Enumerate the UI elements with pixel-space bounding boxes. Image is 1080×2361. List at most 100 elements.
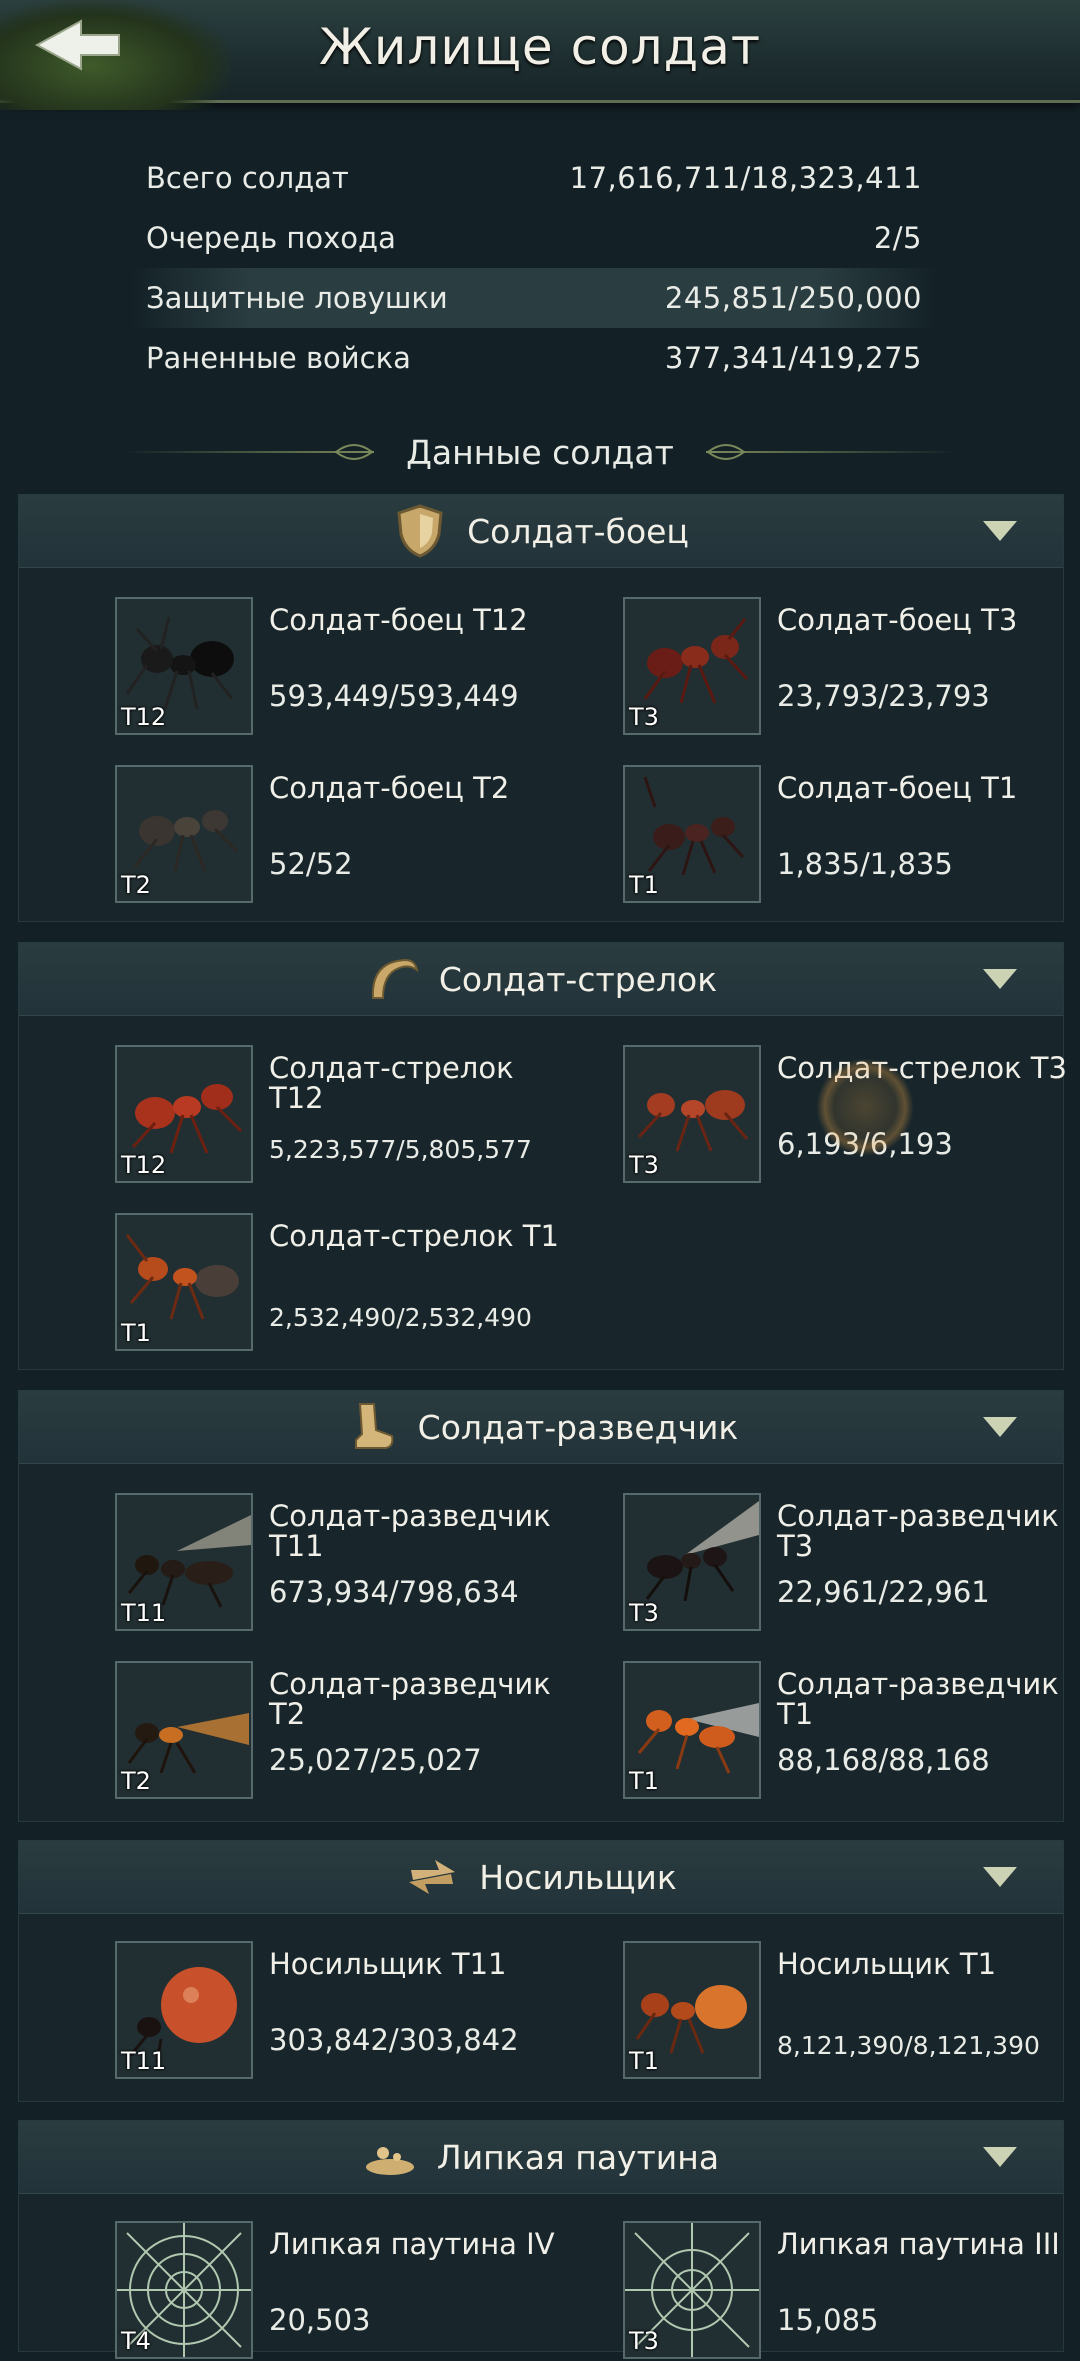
ant-thumbnail: T1 xyxy=(623,1661,761,1799)
web-trap-icon xyxy=(363,2130,417,2184)
unit-name: Липкая паутина III xyxy=(777,2227,1060,2261)
tier-badge: T11 xyxy=(121,2047,167,2075)
unit-name: Липкая паутина IV xyxy=(269,2227,555,2261)
unit-count: 15,085 xyxy=(777,2303,879,2337)
tier-badge: T12 xyxy=(121,703,167,731)
unit-name: Солдат-разведчик T11 xyxy=(269,1499,551,1563)
stat-value: 17,616,711/18,323,411 xyxy=(569,161,922,195)
ant-thumbnail: T1 xyxy=(623,1941,761,2079)
shield-icon xyxy=(393,504,447,558)
unit-card[interactable]: T3 Солдат-разведчик T3 22,961/22,961 xyxy=(527,1493,1059,1633)
transfer-arrows-icon xyxy=(405,1850,459,1904)
unit-name: Солдат-разведчик T2 xyxy=(269,1667,551,1731)
stat-march-queue: Очередь похода 2/5 xyxy=(130,208,938,268)
ant-thumbnail: T1 xyxy=(623,765,761,903)
unit-name: Солдат-боец T12 xyxy=(269,603,528,637)
stat-label: Всего солдат xyxy=(146,161,349,195)
collapse-triangle-icon[interactable] xyxy=(983,521,1017,541)
unit-card[interactable]: T3 Солдат-стрелок T3 6,193/6,193 xyxy=(527,1045,1067,1185)
unit-count: 593,449/593,449 xyxy=(269,679,519,713)
bow-icon xyxy=(365,952,419,1006)
collapse-triangle-icon[interactable] xyxy=(983,969,1017,989)
web-thumbnail: T3 xyxy=(623,2221,761,2359)
category-carrier: Носильщик T11 Носильщик T11 303,842/303,… xyxy=(18,1840,1064,2102)
ant-thumbnail: T12 xyxy=(115,1045,253,1183)
ant-thumbnail: T11 xyxy=(115,1941,253,2079)
category-sticky-web: Липкая паутина T4 Липкая паутина IV 20,5… xyxy=(18,2120,1064,2359)
boot-icon xyxy=(344,1400,398,1454)
unit-card[interactable]: T11 Носильщик T11 303,842/303,842 xyxy=(19,1941,519,2081)
unit-card[interactable]: T12 Солдат-стрелок T12 5,223,577/5,805,5… xyxy=(19,1045,532,1185)
unit-card[interactable]: T3 Липкая паутина III 15,085 xyxy=(527,2221,1060,2361)
unit-name: Солдат-боец T2 xyxy=(269,771,510,805)
ant-thumbnail: T1 xyxy=(115,1213,253,1351)
unit-card[interactable]: T1 Носильщик T1 8,121,390/8,121,390 xyxy=(527,1941,1040,2081)
tier-badge: T3 xyxy=(629,1599,659,1627)
ornament-left xyxy=(124,442,375,462)
unit-card[interactable]: T2 Солдат-боец T2 52/52 xyxy=(19,765,519,905)
unit-name: Носильщик T11 xyxy=(269,1947,507,1981)
tier-badge: T1 xyxy=(629,2047,659,2075)
unit-count: 52/52 xyxy=(269,847,353,881)
unit-name: Солдат-стрелок T3 xyxy=(777,1051,1067,1085)
unit-count: 1,835/1,835 xyxy=(777,847,953,881)
stat-value: 2/5 xyxy=(873,221,922,255)
category-header[interactable]: Солдат-разведчик xyxy=(19,1391,1063,1464)
summary-stats: Всего солдат 17,616,711/18,323,411 Очере… xyxy=(130,148,938,388)
web-thumbnail: T4 xyxy=(115,2221,253,2359)
category-header[interactable]: Носильщик xyxy=(19,1841,1063,1914)
leaf-ornament-icon xyxy=(706,444,746,460)
unit-count: 22,961/22,961 xyxy=(777,1575,990,1609)
tier-badge: T1 xyxy=(629,871,659,899)
tier-badge: T12 xyxy=(121,1151,167,1179)
ant-thumbnail: T2 xyxy=(115,1661,253,1799)
leaf-ornament-icon xyxy=(334,444,374,460)
stat-label: Очередь похода xyxy=(146,221,396,255)
category-name: Носильщик xyxy=(479,1857,677,1897)
unit-count: 5,223,577/5,805,577 xyxy=(269,1135,532,1164)
tier-badge: T1 xyxy=(121,1319,151,1347)
ant-thumbnail: T3 xyxy=(623,1493,761,1631)
unit-card[interactable]: T1 Солдат-разведчик T1 88,168/88,168 xyxy=(527,1661,1059,1801)
section-title: Данные солдат xyxy=(406,432,674,472)
unit-card[interactable]: T1 Солдат-стрелок T1 2,532,490/2,532,490 xyxy=(19,1213,559,1353)
tier-badge: T11 xyxy=(121,1599,167,1627)
unit-card[interactable]: T3 Солдат-боец T3 23,793/23,793 xyxy=(527,597,1027,737)
unit-count: 25,027/25,027 xyxy=(269,1743,482,1777)
stat-wounded: Раненные войска 377,341/419,275 xyxy=(130,328,938,388)
category-name: Солдат-боец xyxy=(467,511,689,551)
category-name: Солдат-стрелок xyxy=(438,959,718,999)
collapse-triangle-icon[interactable] xyxy=(983,1867,1017,1887)
stat-total-soldiers: Всего солдат 17,616,711/18,323,411 xyxy=(130,148,938,208)
soldier-data-heading: Данные солдат xyxy=(0,422,1080,482)
stat-value: 377,341/419,275 xyxy=(664,341,922,375)
unit-count: 8,121,390/8,121,390 xyxy=(777,2031,1040,2060)
ant-thumbnail: T12 xyxy=(115,597,253,735)
category-header[interactable]: Липкая паутина xyxy=(19,2121,1063,2194)
unit-card[interactable]: T4 Липкая паутина IV 20,503 xyxy=(19,2221,555,2361)
category-header[interactable]: Солдат-боец xyxy=(19,495,1063,568)
tier-badge: T4 xyxy=(121,2327,151,2355)
category-header[interactable]: Солдат-стрелок xyxy=(19,943,1063,1016)
unit-name: Солдат-стрелок T1 xyxy=(269,1219,559,1253)
unit-card[interactable]: T12 Солдат-боец T12 593,449/593,449 xyxy=(19,597,528,737)
category-scout: Солдат-разведчик T11 Солдат-разведчик T1… xyxy=(18,1390,1064,1822)
stat-value: 245,851/250,000 xyxy=(664,281,922,315)
unit-card[interactable]: T11 Солдат-разведчик T11 673,934/798,634 xyxy=(19,1493,551,1633)
ant-thumbnail: T11 xyxy=(115,1493,253,1631)
unit-card[interactable]: T2 Солдат-разведчик T2 25,027/25,027 xyxy=(19,1661,551,1801)
ant-thumbnail: T3 xyxy=(623,1045,761,1183)
tier-badge: T3 xyxy=(629,703,659,731)
page-title: Жилище солдат xyxy=(319,18,761,76)
category-fighter: Солдат-боец T12 Солдат-боец T12 593,449/… xyxy=(18,494,1064,922)
tap-ripple xyxy=(816,1058,914,1156)
tier-badge: T3 xyxy=(629,2327,659,2355)
unit-count: 673,934/798,634 xyxy=(269,1575,519,1609)
unit-name: Солдат-боец T1 xyxy=(777,771,1018,805)
tier-badge: T1 xyxy=(629,1767,659,1795)
collapse-triangle-icon[interactable] xyxy=(983,2147,1017,2167)
unit-card[interactable]: T1 Солдат-боец T1 1,835/1,835 xyxy=(527,765,1027,905)
unit-name: Солдат-стрелок T12 xyxy=(269,1051,514,1115)
collapse-triangle-icon[interactable] xyxy=(983,1417,1017,1437)
stat-traps: Защитные ловушки 245,851/250,000 xyxy=(130,268,938,328)
